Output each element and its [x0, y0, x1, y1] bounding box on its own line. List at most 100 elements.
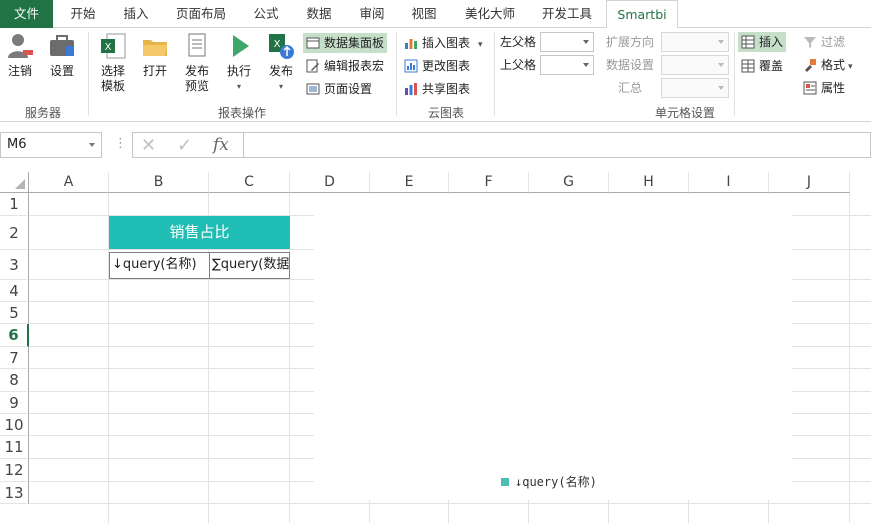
legend-label: ↓query(名称): [515, 475, 597, 489]
row-header-11[interactable]: 11: [0, 436, 29, 459]
dataset-panel-icon: [306, 36, 320, 50]
upper-parent-select[interactable]: [540, 55, 594, 75]
publish-button[interactable]: X 发布 ▾: [264, 32, 298, 94]
cancel-icon[interactable]: ✕: [141, 135, 156, 156]
row-header-12[interactable]: 12: [0, 459, 29, 482]
row-header-1[interactable]: 1: [0, 193, 29, 216]
change-chart-button[interactable]: 更改图表: [404, 56, 470, 76]
tab-review[interactable]: 审阅: [349, 0, 395, 28]
insert-chart-button[interactable]: 插入图表 ▾: [404, 33, 483, 53]
function-icon[interactable]: fx: [213, 135, 229, 155]
format-button[interactable]: 格式 ▾: [803, 55, 853, 75]
page-setup-label: 页面设置: [324, 82, 373, 96]
row-header-9[interactable]: 9: [0, 392, 29, 414]
execute-button[interactable]: 执行 ▾: [222, 32, 256, 94]
summary-select[interactable]: [661, 78, 729, 98]
tab-formulas[interactable]: 公式: [243, 0, 289, 28]
excel-template-icon: X: [99, 32, 127, 60]
row-header-6[interactable]: 6: [0, 324, 29, 347]
row-header-4[interactable]: 4: [0, 280, 29, 302]
page-setup-icon: [306, 82, 320, 96]
group-label-cloud-chart: 云图表: [427, 106, 464, 120]
formula-input[interactable]: [244, 132, 871, 158]
chevron-down-icon: [89, 143, 95, 147]
tab-file[interactable]: 文件: [0, 0, 53, 28]
properties-label: 属性: [821, 81, 846, 95]
share-chart-label: 共享图表: [422, 82, 471, 96]
column-header-i[interactable]: I: [689, 172, 769, 193]
filter-button[interactable]: 过滤: [803, 32, 845, 52]
edit-report-macro-button[interactable]: 编辑报表宏: [306, 56, 384, 76]
chevron-down-icon: [718, 63, 724, 67]
tab-beautify[interactable]: 美化大师: [454, 0, 526, 28]
select-template-label-1: 选择: [100, 64, 125, 78]
expand-direction-label: 扩展方向: [606, 35, 655, 49]
publish-label: 发布: [268, 64, 293, 78]
insert-mode-button[interactable]: 插入: [738, 32, 787, 52]
group-label-server: 服务器: [24, 106, 61, 120]
chevron-down-icon: [718, 40, 724, 44]
logout-button[interactable]: 注销: [4, 32, 36, 79]
chevron-down-icon: [718, 86, 724, 90]
row-header-13[interactable]: 13: [0, 482, 29, 504]
overwrite-mode-button[interactable]: 覆盖: [741, 56, 783, 76]
data-settings-label: 数据设置: [606, 58, 655, 72]
name-box[interactable]: M6: [0, 132, 102, 158]
column-header-c[interactable]: C: [209, 172, 290, 193]
tab-developer[interactable]: 开发工具: [531, 0, 603, 28]
expand-direction-select[interactable]: [661, 32, 729, 52]
user-logout-icon: [6, 32, 34, 60]
row-header-7[interactable]: 7: [0, 347, 29, 369]
insert-mode-label: 插入: [759, 35, 784, 49]
page-setup-button[interactable]: 页面设置: [306, 79, 372, 99]
share-chart-button[interactable]: 共享图表: [404, 79, 470, 99]
overwrite-grid-icon: [741, 59, 755, 73]
header-cell-b3[interactable]: ↓query(名称): [109, 252, 210, 279]
tab-insert[interactable]: 插入: [110, 0, 162, 28]
filter-label: 过滤: [821, 35, 846, 49]
change-chart-label: 更改图表: [422, 59, 471, 73]
more-options-icon[interactable]: ⋮: [114, 136, 127, 151]
left-parent-select[interactable]: [540, 32, 594, 52]
header-cell-c3[interactable]: ∑query(数据): [209, 252, 290, 279]
group-separator: [88, 32, 89, 116]
column-header-b[interactable]: B: [109, 172, 209, 193]
publish-preview-button[interactable]: 发布 预览: [181, 32, 213, 94]
tab-data[interactable]: 数据: [296, 0, 342, 28]
formula-buttons: ✕ ✓ fx: [132, 132, 244, 158]
dataset-panel-button[interactable]: 数据集面板: [303, 33, 388, 53]
select-all-corner[interactable]: [0, 172, 29, 193]
column-header-g[interactable]: G: [529, 172, 609, 193]
chart-area[interactable]: ↓query(名称): [314, 194, 792, 500]
insert-rows-icon: [741, 35, 755, 49]
select-template-button[interactable]: X 选择 模板: [96, 32, 130, 94]
column-header-a[interactable]: A: [29, 172, 109, 193]
share-chart-icon: [404, 82, 418, 96]
column-header-e[interactable]: E: [370, 172, 449, 193]
column-header-j[interactable]: J: [769, 172, 850, 193]
column-header-f[interactable]: F: [449, 172, 529, 193]
tab-page-layout[interactable]: 页面布局: [168, 0, 234, 28]
title-cell-b2[interactable]: 销售占比: [109, 216, 290, 249]
row-header-5[interactable]: 5: [0, 302, 29, 324]
properties-button[interactable]: 属性: [803, 78, 845, 98]
chevron-down-icon: ▾: [478, 40, 483, 50]
row-header-3[interactable]: 3: [0, 250, 29, 280]
play-icon: [225, 32, 253, 60]
chevron-down-icon: ▾: [236, 82, 241, 91]
settings-button[interactable]: 设置: [46, 32, 78, 79]
filter-icon: [803, 35, 817, 49]
settings-label: 设置: [49, 64, 74, 78]
row-header-2[interactable]: 2: [0, 216, 29, 250]
row-header-8[interactable]: 8: [0, 369, 29, 392]
confirm-icon[interactable]: ✓: [177, 135, 192, 156]
column-header-d[interactable]: D: [290, 172, 370, 193]
group-separator: [396, 32, 397, 116]
tab-home[interactable]: 开始: [58, 0, 108, 28]
column-header-h[interactable]: H: [609, 172, 689, 193]
tab-smartbi[interactable]: Smartbi: [606, 0, 678, 29]
open-button[interactable]: 打开: [139, 32, 171, 79]
row-header-10[interactable]: 10: [0, 414, 29, 436]
data-settings-select[interactable]: [661, 55, 729, 75]
tab-view[interactable]: 视图: [401, 0, 447, 28]
